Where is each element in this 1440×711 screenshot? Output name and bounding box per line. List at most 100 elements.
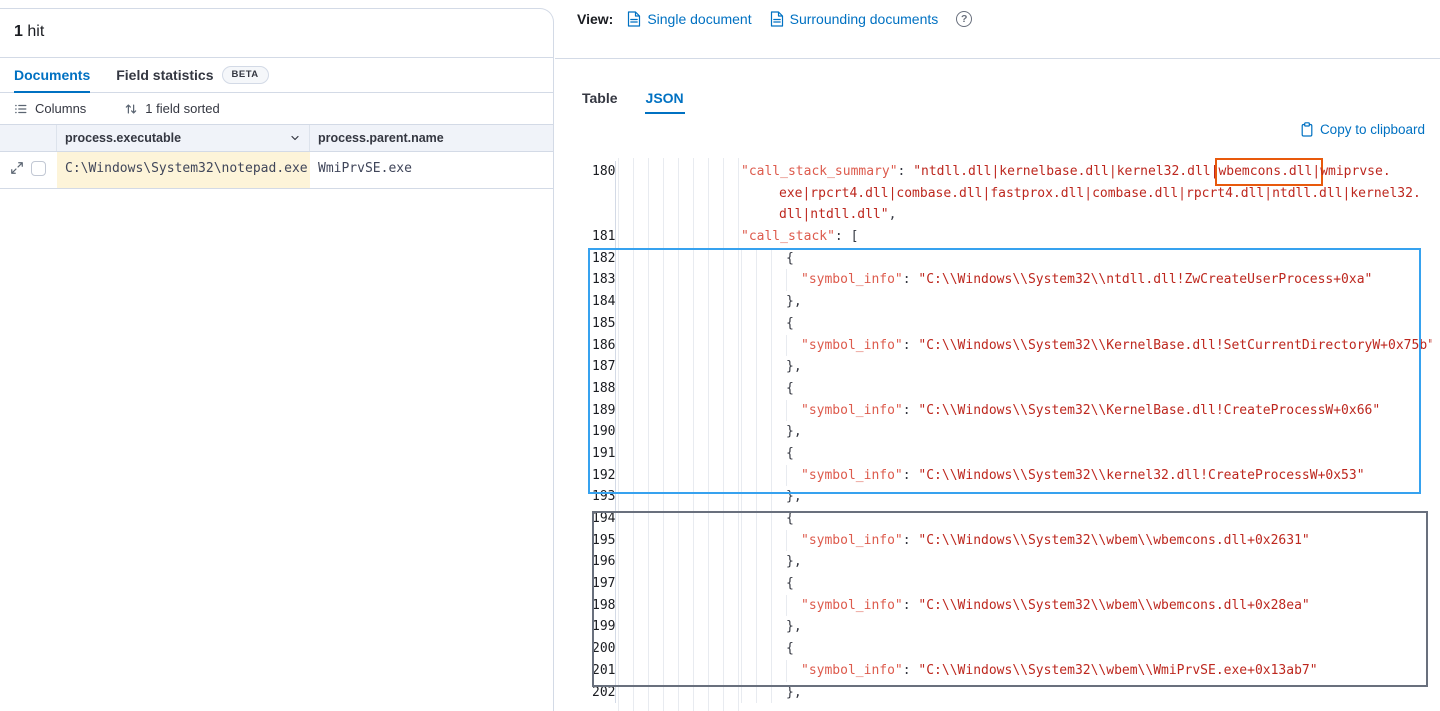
discover-app: 1 hit Documents Field statistics BETA <box>0 0 1440 711</box>
code-line: 199}, <box>585 616 1432 638</box>
tab-field-statistics[interactable]: Field statistics BETA <box>116 58 268 92</box>
expand-row-button[interactable] <box>10 161 24 175</box>
code-token: { <box>786 443 794 465</box>
code-token: : <box>903 465 919 487</box>
code-token: "call_stack" <box>741 226 835 248</box>
code-token: dll|ntdll.dll" <box>779 204 889 226</box>
tab-table[interactable]: Table <box>581 90 619 114</box>
grid-toolbar: Columns 1 field sorted <box>0 93 553 125</box>
code-line: 189"symbol_info": "C:\\Windows\\System32… <box>585 400 1432 422</box>
code-token: "symbol_info" <box>801 595 903 617</box>
code-token: "symbol_info" <box>801 660 903 682</box>
indent-guide <box>756 551 771 573</box>
line-number: 185 <box>585 313 616 335</box>
indent-guide <box>771 682 786 704</box>
line-number: 200 <box>585 638 616 660</box>
line-number: 193 <box>585 486 616 508</box>
table-row: C:\Windows\System32\notepad.exe WmiPrvSE… <box>0 152 553 189</box>
indent-guide <box>756 595 771 617</box>
line-number: 198 <box>585 595 616 617</box>
indent-guide <box>756 682 771 704</box>
line-number: 188 <box>585 378 616 400</box>
copy-to-clipboard-button[interactable]: Copy to clipboard <box>1300 122 1425 137</box>
cell-process-executable[interactable]: C:\Windows\System32\notepad.exe <box>57 152 310 188</box>
indent-guide <box>756 508 771 530</box>
code-token: "C:\\Windows\\System32\\wbem\\wbemcons.d… <box>918 595 1309 617</box>
indent-guide <box>771 616 786 638</box>
line-number: 192 <box>585 465 616 487</box>
line-number: 183 <box>585 269 616 291</box>
code-line: 202}, <box>585 682 1432 704</box>
indent-guide <box>771 660 786 682</box>
tab-json[interactable]: JSON <box>645 90 685 114</box>
single-document-link[interactable]: Single document <box>627 9 751 29</box>
indent-guide <box>756 660 771 682</box>
code-token: exe|rpcrt4.dll|combase.dll|fastprox.dll|… <box>779 183 1421 205</box>
cell-process-parent-name[interactable]: WmiPrvSE.exe <box>310 152 553 188</box>
sorted-fields-label: 1 field sorted <box>145 101 219 116</box>
indent-guide <box>741 508 756 530</box>
code-token: { <box>786 573 794 595</box>
indent-guide <box>771 269 786 291</box>
code-line: 198"symbol_info": "C:\\Windows\\System32… <box>585 595 1432 617</box>
indent-guide <box>786 269 801 291</box>
code-token: : <box>903 530 919 552</box>
indent-guide <box>756 291 771 313</box>
column-header-process-parent-name[interactable]: process.parent.name <box>310 125 553 151</box>
indent-guide <box>786 400 801 422</box>
indent-guide <box>771 508 786 530</box>
indent-guide <box>771 595 786 617</box>
chevron-down-icon[interactable] <box>289 132 301 144</box>
code-line: 180"call_stack_summary": "ntdll.dll|kern… <box>585 161 1432 183</box>
code-token: "symbol_info" <box>801 400 903 422</box>
document-icon <box>770 11 784 27</box>
indent-guide <box>741 465 756 487</box>
indent-guide <box>756 356 771 378</box>
tab-documents[interactable]: Documents <box>14 58 90 92</box>
code-token: }, <box>786 682 802 704</box>
row-checkbox[interactable] <box>31 161 46 176</box>
columns-button[interactable]: Columns <box>6 97 94 120</box>
indent-guide <box>741 530 756 552</box>
expand-icon <box>10 161 24 175</box>
indent-guide <box>741 335 756 357</box>
indent-guide <box>741 400 756 422</box>
hits-label: hit <box>27 23 44 40</box>
line-number: 197 <box>585 573 616 595</box>
surrounding-documents-label: Surrounding documents <box>790 9 939 29</box>
indent-guide <box>741 573 756 595</box>
code-line: 182{ <box>585 248 1432 270</box>
code-token: "symbol_info" <box>801 335 903 357</box>
code-line: 190}, <box>585 421 1432 443</box>
column-header-process-executable[interactable]: process.executable <box>57 125 310 151</box>
flyout-header: View: Single document <box>555 0 1440 59</box>
line-number <box>585 183 616 205</box>
sort-fields-button[interactable]: 1 field sorted <box>116 97 227 120</box>
code-line: 197 { <box>585 573 1432 595</box>
code-token: }, <box>786 291 802 313</box>
panel-tabs: Documents Field statistics BETA <box>0 58 553 93</box>
indent-guide <box>786 335 801 357</box>
code-token: { <box>786 313 794 335</box>
code-token: { <box>786 508 794 530</box>
indent-guide <box>771 313 786 335</box>
code-token: "C:\\Windows\\System32\\wbem\\WmiPrvSE.e… <box>918 660 1317 682</box>
beta-badge: BETA <box>222 66 269 83</box>
surrounding-documents-link[interactable]: Surrounding documents <box>770 9 939 29</box>
indent-guide <box>741 638 756 660</box>
code-token: { <box>786 638 794 660</box>
indent-guide <box>771 638 786 660</box>
question-icon[interactable]: ? <box>956 11 972 27</box>
indent-guide <box>756 400 771 422</box>
code-token: : <box>903 400 919 422</box>
indent-guide <box>741 682 756 704</box>
indent-guide <box>741 595 756 617</box>
indent-guide <box>756 248 771 270</box>
code-line: 184}, <box>585 291 1432 313</box>
line-number: 194 <box>585 508 616 530</box>
indent-guide <box>771 400 786 422</box>
indent-guide <box>741 551 756 573</box>
line-number: 182 <box>585 248 616 270</box>
indent-guide <box>756 486 771 508</box>
code-token: "C:\\Windows\\System32\\ntdll.dll!ZwCrea… <box>918 269 1372 291</box>
